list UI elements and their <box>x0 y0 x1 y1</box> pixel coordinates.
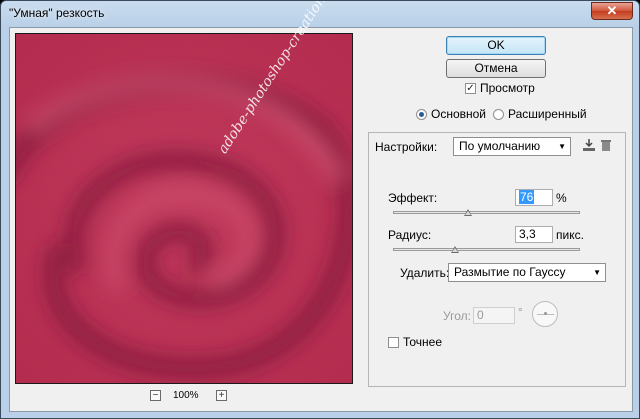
remove-value: Размытие по Гауссу <box>454 265 566 279</box>
chevron-down-icon: ▼ <box>558 142 566 151</box>
radius-value: 3,3 <box>519 227 536 241</box>
settings-label: Настройки: <box>375 140 438 154</box>
settings-dropdown[interactable]: По умолчанию ▼ <box>453 137 571 156</box>
ok-button[interactable]: OK <box>446 36 546 55</box>
radius-slider-track[interactable] <box>393 248 580 251</box>
trash-icon[interactable] <box>598 138 614 154</box>
amount-unit: % <box>556 191 567 205</box>
radius-unit: пикс. <box>556 228 584 242</box>
amount-input[interactable]: 76 <box>515 189 553 206</box>
zoom-level: 100% <box>173 390 199 401</box>
angle-dial[interactable] <box>532 301 558 327</box>
amount-slider-track[interactable] <box>393 211 580 214</box>
zoom-in-button[interactable]: + <box>216 390 227 401</box>
title-bar[interactable]: "Умная" резкость ✕ <box>1 1 639 27</box>
save-preset-icon[interactable] <box>581 138 597 154</box>
advanced-mode-label: Расширенный <box>508 107 587 121</box>
basic-mode-label: Основной <box>431 107 487 121</box>
radius-slider-thumb[interactable] <box>450 246 459 253</box>
amount-slider-thumb[interactable] <box>463 209 472 216</box>
remove-dropdown[interactable]: Размытие по Гауссу ▼ <box>448 263 606 282</box>
more-accurate-label: Точнее <box>403 335 443 349</box>
amount-label: Эффект: <box>388 191 438 205</box>
angle-unit: ° <box>518 305 523 319</box>
dial-center <box>544 312 547 315</box>
angle-label: Угол: <box>443 309 471 323</box>
chevron-down-icon: ▼ <box>593 268 601 277</box>
remove-label: Удалить: <box>400 266 450 280</box>
close-button[interactable]: ✕ <box>591 2 633 20</box>
more-accurate-checkbox[interactable] <box>388 337 399 348</box>
angle-value: 0 <box>477 308 484 322</box>
cancel-button[interactable]: Отмена <box>446 59 546 78</box>
basic-mode-radio[interactable] <box>416 109 427 120</box>
radius-input[interactable]: 3,3 <box>515 226 553 243</box>
amount-value: 76 <box>519 190 535 204</box>
preview-image[interactable] <box>15 33 353 384</box>
smart-sharpen-dialog: "Умная" резкость ✕ − 100% + OK Отмена ✓ … <box>0 0 640 419</box>
preview-label: Просмотр <box>480 81 535 95</box>
dialog-body: − 100% + OK Отмена ✓ Просмотр Основной Р… <box>9 1 633 412</box>
radius-label: Радиус: <box>388 228 432 242</box>
zoom-out-button[interactable]: − <box>150 390 161 401</box>
angle-input[interactable]: 0 <box>473 307 515 324</box>
swirl-image <box>16 34 352 383</box>
settings-value: По умолчанию <box>459 139 541 153</box>
minus-icon: − <box>152 390 159 401</box>
close-icon: ✕ <box>606 3 618 18</box>
dialog-title: "Умная" резкость <box>9 6 105 20</box>
preview-checkbox[interactable]: ✓ <box>465 83 476 94</box>
advanced-mode-radio[interactable] <box>493 109 504 120</box>
plus-icon: + <box>218 390 225 401</box>
